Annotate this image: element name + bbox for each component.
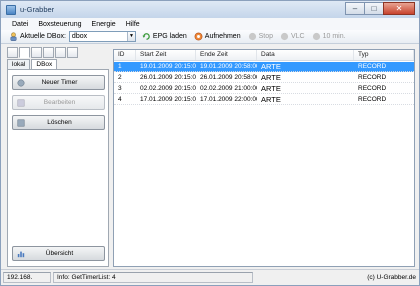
table-row[interactable]: 3 02.02.2009 20:15:00 02.02.2009 21:00:0… <box>114 84 414 94</box>
cell-start: 19.01.2009 20:15:00 <box>140 63 196 70</box>
menu-energie[interactable]: Energie <box>92 21 116 28</box>
cell-typ: RECORD <box>358 74 387 81</box>
column-typ[interactable]: Typ <box>354 50 414 60</box>
tab-icon-tools[interactable] <box>55 47 66 58</box>
delete-label: Löschen <box>47 119 72 126</box>
menu-bar: Datei Boxsteuerung Energie Hilfe <box>1 18 419 30</box>
minimize-button[interactable]: – <box>345 2 365 15</box>
epg-load-label: EPG laden <box>152 33 187 40</box>
tab-icon-timer[interactable] <box>19 47 30 58</box>
vlc-icon <box>280 32 289 41</box>
cell-data: ARTE <box>261 73 281 82</box>
overview-label: Übersicht <box>45 250 74 257</box>
app-icon <box>6 4 16 15</box>
dbox-icon <box>10 32 17 41</box>
tab-icon-edit[interactable] <box>43 47 54 58</box>
timer-actions-panel: Neuer Timer Bearbeiten Löschen Übersicht <box>7 69 109 267</box>
cell-data: ARTE <box>261 84 281 93</box>
column-data[interactable]: Data <box>257 50 354 60</box>
dbox-select[interactable]: dbox ▼ <box>68 31 136 42</box>
cell-id: 2 <box>118 74 122 81</box>
toolbar: Aktuelle DBox: dbox ▼ EPG laden Aufnehme… <box>1 30 419 44</box>
record-button[interactable]: Aufnehmen <box>194 32 241 41</box>
close-button[interactable]: ✕ <box>383 2 415 15</box>
edit-icon <box>17 99 25 106</box>
cell-id: 4 <box>118 96 122 103</box>
ten-minutes-button[interactable]: 10 min. <box>312 32 346 41</box>
dbox-select-value: dbox <box>71 33 88 40</box>
stop-icon <box>248 32 256 41</box>
cell-end: 19.01.2009 20:58:00 <box>200 63 257 70</box>
maximize-button[interactable]: □ <box>364 2 384 15</box>
tab-icon-list[interactable] <box>7 47 18 58</box>
window-title: u-Grabber <box>20 5 55 14</box>
table-header: ID Start Zeit Ende Zeit Data Typ <box>114 50 414 61</box>
ten-minutes-label: 10 min. <box>322 33 346 40</box>
status-bar: 192.168. Info: GetTimerList: 4 (c) U-Gra… <box>1 269 419 285</box>
column-id[interactable]: ID <box>114 50 136 60</box>
column-start[interactable]: Start Zeit <box>136 50 196 60</box>
cell-start: 17.01.2009 20:15:00 <box>140 96 196 103</box>
delete-icon <box>17 119 25 126</box>
cell-start: 02.02.2009 20:15:00 <box>140 85 196 92</box>
vlc-label: VLC <box>291 33 305 40</box>
status-ip: 192.168. <box>3 272 51 283</box>
app-window: u-Grabber – □ ✕ Datei Boxsteuerung Energ… <box>0 0 420 286</box>
vlc-button[interactable]: VLC <box>280 32 305 41</box>
record-label: Aufnehmen <box>204 33 241 40</box>
record-icon <box>194 32 203 41</box>
delete-button[interactable]: Löschen <box>12 115 105 130</box>
status-info: Info: GetTimerList: 4 <box>53 272 253 283</box>
menu-hilfe[interactable]: Hilfe <box>126 21 140 28</box>
icon-tab-strip <box>7 47 109 58</box>
epg-load-button[interactable]: EPG laden <box>142 32 187 41</box>
column-end[interactable]: Ende Zeit <box>196 50 257 60</box>
overview-button[interactable]: Übersicht <box>12 246 105 261</box>
cell-id: 3 <box>118 85 122 92</box>
table-row[interactable]: 2 26.01.2009 20:15:00 26.01.2009 20:58:0… <box>114 73 414 83</box>
clock-icon <box>312 32 320 41</box>
edit-label: Bearbeiten <box>43 99 76 106</box>
title-bar[interactable]: u-Grabber – □ ✕ <box>1 1 419 18</box>
cell-typ: RECORD <box>358 96 387 103</box>
table-row[interactable]: 1 19.01.2009 20:15:00 19.01.2009 20:58:0… <box>114 62 414 72</box>
table-row[interactable]: 4 17.01.2009 20:15:00 17.01.2009 22:00:0… <box>114 95 414 105</box>
left-panel: lokal DBox Neuer Timer Bearbeiten Lösche… <box>7 47 109 267</box>
dbox-label: Aktuelle DBox: <box>20 33 66 40</box>
cell-data: ARTE <box>261 95 281 104</box>
chart-icon <box>17 251 25 257</box>
timer-table[interactable]: ID Start Zeit Ende Zeit Data Typ 1 19.01… <box>113 49 415 267</box>
edit-button[interactable]: Bearbeiten <box>12 95 105 110</box>
tab-icon-files[interactable] <box>31 47 42 58</box>
cell-data: ARTE <box>261 62 281 71</box>
new-timer-label: Neuer Timer <box>41 79 78 86</box>
new-timer-icon <box>17 79 25 86</box>
stop-button[interactable]: Stop <box>248 32 273 41</box>
cell-id: 1 <box>118 63 122 70</box>
status-copyright: (c) U-Grabber.de <box>367 274 416 281</box>
menu-datei[interactable]: Datei <box>12 21 28 28</box>
cell-typ: RECORD <box>358 85 387 92</box>
new-timer-button[interactable]: Neuer Timer <box>12 75 105 90</box>
window-controls: – □ ✕ <box>345 2 415 15</box>
tab-icon-settings[interactable] <box>67 47 78 58</box>
cell-end: 02.02.2009 21:00:00 <box>200 85 257 92</box>
cell-end: 17.01.2009 22:00:00 <box>200 96 257 103</box>
cell-typ: RECORD <box>358 63 387 70</box>
stop-label: Stop <box>258 33 273 40</box>
menu-boxsteuerung[interactable]: Boxsteuerung <box>38 21 81 28</box>
cell-end: 26.01.2009 20:58:00 <box>200 74 257 81</box>
refresh-icon <box>142 33 150 40</box>
chevron-down-icon[interactable]: ▼ <box>126 32 135 41</box>
cell-start: 26.01.2009 20:15:00 <box>140 74 196 81</box>
